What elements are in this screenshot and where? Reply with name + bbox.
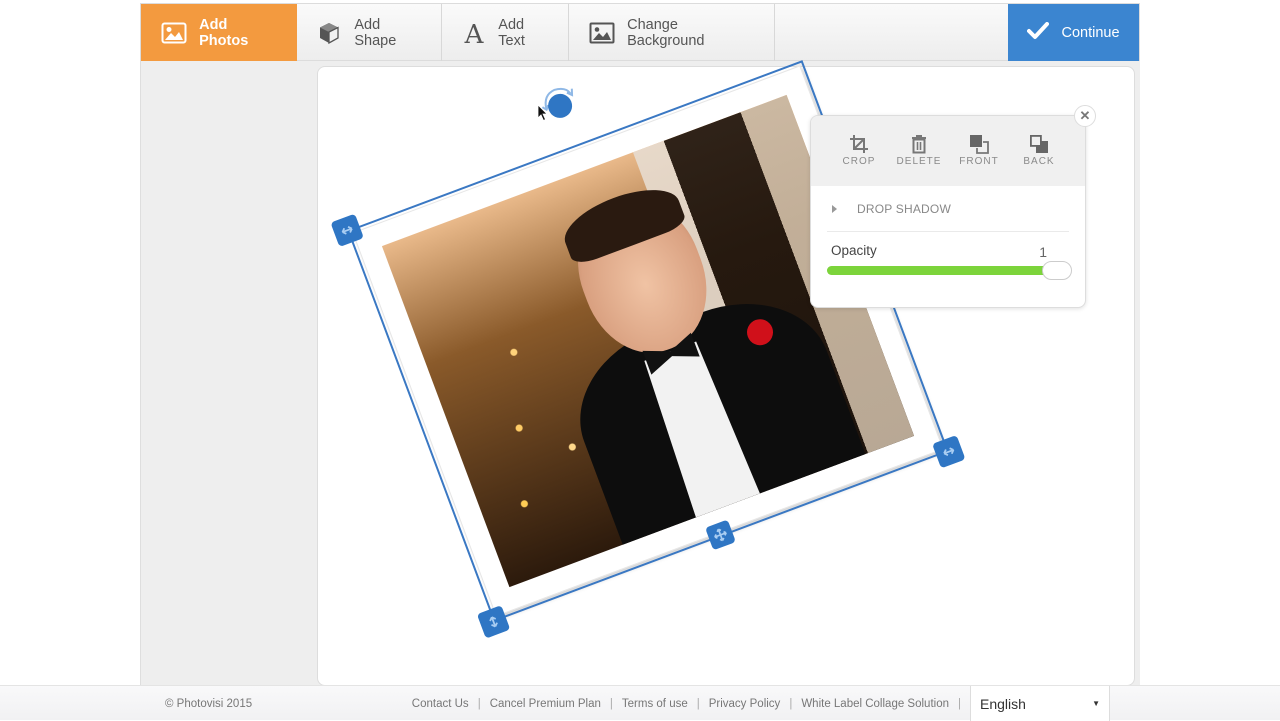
send-back-button[interactable]: BACK bbox=[1009, 134, 1069, 186]
image-icon bbox=[160, 21, 187, 45]
dropdown-caret-icon: ▼ bbox=[1092, 699, 1100, 708]
privacy-link[interactable]: Privacy Policy bbox=[709, 698, 781, 710]
delete-label: DELETE bbox=[896, 156, 942, 167]
opacity-slider[interactable] bbox=[827, 261, 1072, 280]
panel-body: DROP SHADOW Opacity 1 bbox=[811, 186, 1085, 302]
expand-triangle-icon bbox=[832, 204, 837, 213]
add-photos-label: Add Photos bbox=[199, 16, 249, 49]
add-text-button[interactable]: A Add Text bbox=[442, 4, 569, 61]
opacity-control: Opacity 1 bbox=[827, 232, 1072, 302]
drop-shadow-label: DROP SHADOW bbox=[857, 201, 951, 216]
delete-button[interactable]: DELETE bbox=[889, 134, 949, 186]
opacity-slider-fill bbox=[827, 266, 1069, 275]
link-separator: | bbox=[477, 698, 481, 710]
close-icon: ✕ bbox=[1079, 108, 1091, 123]
trash-icon bbox=[912, 135, 926, 154]
resize-arrows-icon bbox=[943, 447, 955, 456]
footer: © Photovisi 2015 Contact Us | Cancel Pre… bbox=[0, 685, 1280, 721]
opacity-value: 1 bbox=[1039, 244, 1047, 260]
photo-properties-panel: CROP DELETE FRONT BACK DROP SHADOW Opaci… bbox=[810, 115, 1086, 308]
continue-button[interactable]: Continue bbox=[1008, 4, 1139, 61]
cube-icon bbox=[316, 21, 342, 45]
link-separator: | bbox=[696, 698, 700, 710]
opacity-slider-thumb[interactable] bbox=[1042, 261, 1072, 280]
cancel-premium-link[interactable]: Cancel Premium Plan bbox=[490, 698, 601, 710]
send-back-icon bbox=[1029, 134, 1048, 153]
drop-shadow-toggle[interactable]: DROP SHADOW bbox=[827, 186, 1069, 232]
resize-arrows-icon bbox=[489, 616, 498, 628]
add-text-label: Add Text bbox=[498, 16, 525, 49]
white-label-link[interactable]: White Label Collage Solution bbox=[801, 698, 949, 710]
crop-button[interactable]: CROP bbox=[829, 134, 889, 186]
mouse-cursor-icon bbox=[537, 104, 548, 122]
top-toolbar: Add Photos Add Shape A Add Text Change B… bbox=[140, 3, 1140, 61]
add-shape-label: Add Shape bbox=[354, 16, 397, 49]
add-shape-button[interactable]: Add Shape bbox=[297, 4, 442, 61]
footer-links: Contact Us | Cancel Premium Plan | Terms… bbox=[412, 698, 970, 710]
terms-link[interactable]: Terms of use bbox=[622, 698, 688, 710]
language-value: English bbox=[980, 695, 1026, 712]
language-select[interactable]: English ▼ bbox=[970, 686, 1110, 721]
move-arrows-icon bbox=[714, 528, 727, 542]
resize-arrows-icon bbox=[341, 226, 353, 235]
bring-front-button[interactable]: FRONT bbox=[949, 134, 1009, 186]
image-icon bbox=[588, 21, 615, 45]
copyright-text: © Photovisi 2015 bbox=[165, 698, 253, 710]
panel-actions: CROP DELETE FRONT BACK bbox=[811, 116, 1085, 186]
add-photos-button[interactable]: Add Photos bbox=[141, 4, 297, 61]
link-separator: | bbox=[609, 698, 613, 710]
link-separator: | bbox=[958, 698, 961, 710]
crop-icon bbox=[850, 135, 868, 153]
svg-text:A: A bbox=[463, 20, 484, 46]
opacity-label: Opacity bbox=[831, 243, 877, 258]
link-separator: | bbox=[789, 698, 793, 710]
change-background-label: Change Background bbox=[627, 16, 705, 49]
close-panel-button[interactable]: ✕ bbox=[1074, 105, 1096, 127]
bring-front-icon bbox=[970, 135, 989, 154]
text-a-icon: A bbox=[461, 20, 486, 46]
front-label: FRONT bbox=[959, 156, 999, 167]
back-label: BACK bbox=[1023, 156, 1055, 167]
crop-label: CROP bbox=[842, 156, 876, 167]
left-sidebar-panel bbox=[140, 61, 318, 688]
contact-us-link[interactable]: Contact Us bbox=[412, 698, 469, 710]
checkmark-icon bbox=[1027, 21, 1050, 44]
change-background-button[interactable]: Change Background bbox=[569, 4, 775, 61]
continue-label: Continue bbox=[1061, 24, 1120, 41]
